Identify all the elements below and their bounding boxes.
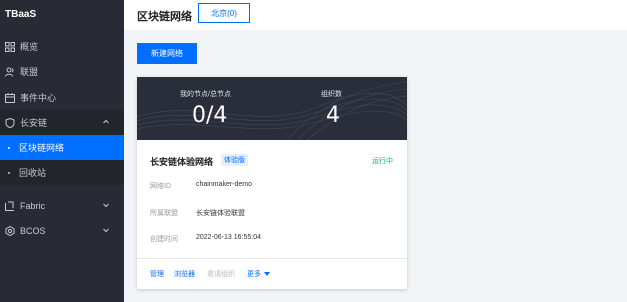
alliance-value: 长安链体验联盟 bbox=[196, 210, 245, 217]
sidebar-item-blockchain-network[interactable]: 区块链网络 bbox=[0, 135, 124, 160]
page-title: 区块链网络 bbox=[137, 11, 192, 23]
sidebar: TBaaS 概览 联盟 事件中心 长安链 区块链网络 回收站 Fabric BC… bbox=[0, 0, 124, 302]
status-badge: 运行中 bbox=[372, 158, 393, 165]
sidebar-item-label: 概览 bbox=[20, 42, 39, 52]
browser-link[interactable]: 浏览器 bbox=[174, 269, 195, 279]
orgs-stat-label: 组织数 bbox=[321, 91, 342, 98]
network-card: 我的节点/总节点 0/4 组织数 4 长安链体验网络 体验版 运行中 网络ID … bbox=[137, 77, 407, 289]
sidebar-item-label: 回收站 bbox=[19, 168, 47, 178]
sidebar-item-alliance[interactable]: 联盟 bbox=[0, 59, 124, 84]
sidebar-item-label: 长安链 bbox=[20, 118, 48, 128]
chevron-down-icon bbox=[103, 203, 109, 208]
card-divider bbox=[137, 258, 407, 259]
caret-down-icon bbox=[264, 272, 270, 277]
network-id-label: 网络ID bbox=[150, 183, 171, 190]
wave-decoration bbox=[137, 81, 407, 140]
chevron-up-icon bbox=[103, 119, 109, 124]
network-name: 长安链体验网络 bbox=[150, 157, 214, 167]
fabric-icon bbox=[5, 201, 15, 211]
nodes-stat-value: 0/4 bbox=[192, 103, 228, 128]
created-time-label: 创建时间 bbox=[150, 236, 178, 243]
nodes-stat-label: 我的节点/总节点 bbox=[180, 91, 231, 98]
sidebar-item-label: Fabric bbox=[20, 200, 46, 211]
sidebar-item-label: 事件中心 bbox=[20, 93, 57, 103]
invite-org-link: 邀请组织 bbox=[207, 271, 235, 278]
sidebar-item-events[interactable]: 事件中心 bbox=[0, 85, 124, 110]
create-network-button[interactable]: 新建网络 bbox=[137, 43, 197, 64]
people-icon bbox=[5, 67, 15, 77]
page-header: 区块链网络 北京(0) bbox=[124, 0, 627, 30]
chevron-down-icon bbox=[103, 228, 109, 233]
manage-link[interactable]: 管理 bbox=[150, 269, 164, 279]
sidebar-item-recycle-bin[interactable]: 回收站 bbox=[0, 160, 124, 185]
bullet bbox=[8, 146, 10, 149]
shield-icon bbox=[5, 117, 15, 128]
orgs-stat-value: 4 bbox=[326, 103, 340, 128]
card-stats-header: 我的节点/总节点 0/4 组织数 4 bbox=[137, 77, 407, 140]
sidebar-item-fabric[interactable]: Fabric bbox=[0, 193, 124, 218]
calendar-icon bbox=[5, 92, 15, 103]
region-selector-button[interactable]: 北京(0) bbox=[198, 3, 250, 23]
edition-badge: 体验版 bbox=[221, 154, 248, 166]
sidebar-item-overview[interactable]: 概览 bbox=[0, 34, 124, 59]
gear-icon bbox=[5, 225, 15, 236]
app-logo: TBaaS bbox=[5, 9, 37, 20]
created-time-value: 2022-06-13 16:55:04 bbox=[196, 234, 261, 241]
more-label: 更多 bbox=[247, 271, 261, 278]
alliance-label: 所属联盟 bbox=[150, 210, 178, 217]
network-id-value: chainmaker-demo bbox=[196, 181, 253, 188]
grid-icon bbox=[5, 41, 15, 52]
sidebar-item-label: 区块链网络 bbox=[19, 143, 65, 153]
more-dropdown[interactable]: 更多 bbox=[247, 269, 270, 279]
sidebar-item-bcos[interactable]: BCOS bbox=[0, 218, 124, 243]
bullet bbox=[8, 171, 10, 174]
sidebar-item-label: BCOS bbox=[20, 225, 46, 236]
sidebar-item-changan[interactable]: 长安链 bbox=[0, 110, 124, 135]
sidebar-item-label: 联盟 bbox=[20, 67, 39, 77]
